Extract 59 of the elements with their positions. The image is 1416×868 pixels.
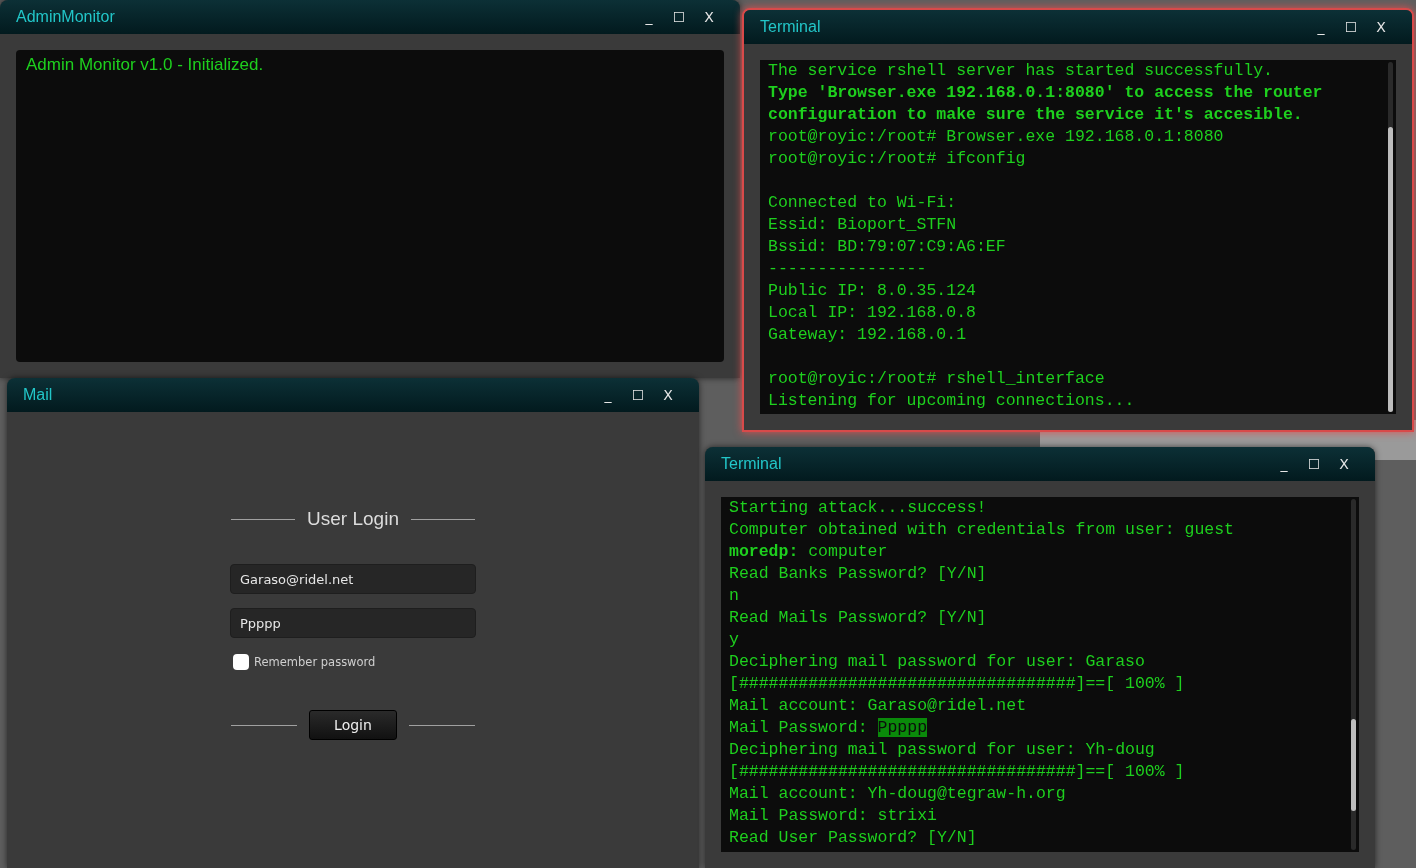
window-control[interactable]: ☐ xyxy=(664,9,694,25)
terminal-line: Type 'Browser.exe 192.168.0.1:8080' to access the router xyxy=(768,82,1323,104)
title-bar[interactable]: AdminMonitor _ ☐ X xyxy=(0,0,740,34)
window-control[interactable]: X xyxy=(653,387,683,403)
terminal-line: Computer obtained with credentials from user: guest xyxy=(729,519,1234,541)
terminal-line: root@royic:/root# ifconfig xyxy=(768,148,1026,170)
window-control[interactable]: ☐ xyxy=(1299,456,1329,472)
title-bar[interactable]: Terminal _ ☐ X xyxy=(705,447,1375,481)
terminal-line: ---------------- xyxy=(768,258,927,280)
terminal-line: root@royic:/root# Browser.exe 192.168.0.1:8080 xyxy=(768,126,1224,148)
terminal-line: The service rshell server has started successfully. xyxy=(768,60,1273,82)
terminal-line: [##################################]==[ 100% ] xyxy=(729,761,1185,783)
window-title: Mail xyxy=(23,386,54,404)
window-title: Terminal xyxy=(721,455,783,473)
remember-checkbox[interactable] xyxy=(233,654,249,670)
scrollbar[interactable] xyxy=(1388,62,1393,412)
title-bar[interactable]: Terminal _ ☐ X xyxy=(744,10,1412,44)
terminal-line: Read Banks Password? [Y/N] xyxy=(729,563,987,585)
terminal-line: Mail account: Garaso@ridel.net xyxy=(729,695,1027,717)
window-title: Terminal xyxy=(760,18,822,36)
remember-label: Remember password xyxy=(254,655,376,669)
window-title: AdminMonitor xyxy=(16,8,116,26)
terminal-line: Listening for upcoming connections... xyxy=(768,390,1135,412)
terminal-line: Mail Password: strixi xyxy=(729,805,937,827)
scrollbar[interactable] xyxy=(1351,499,1356,850)
terminal-line: Essid: Bioport_STFN xyxy=(768,214,957,236)
terminal-line: Public IP: 8.0.35.124 xyxy=(768,280,976,302)
window-control[interactable]: ☐ xyxy=(623,387,653,403)
terminal-line: configuration to make sure the service it's accesible. xyxy=(768,104,1303,126)
terminal-line: [##################################]==[ 100% ] xyxy=(729,673,1185,695)
window-control[interactable]: X xyxy=(694,9,724,25)
terminal-line: Mail Password: Ppppp xyxy=(729,717,928,739)
email-field[interactable]: Garaso@ridel.net xyxy=(230,564,476,594)
terminal-line: Connected to Wi-Fi: xyxy=(768,192,957,214)
terminal-line: Read Mails Password? [Y/N] xyxy=(729,607,987,629)
login-heading: User Login xyxy=(307,508,399,530)
terminal-line: y xyxy=(729,629,739,651)
terminal-line: Deciphering mail password for user: Yh-doug xyxy=(729,739,1155,761)
window-control[interactable]: _ xyxy=(593,387,623,403)
window-control[interactable]: _ xyxy=(634,9,664,25)
window-control[interactable]: _ xyxy=(1306,19,1336,35)
title-bar[interactable]: Mail _ ☐ X xyxy=(7,378,699,412)
terminal-line: Gateway: 192.168.0.1 xyxy=(768,324,967,346)
terminal-line: Mail account: Yh-doug@tegraw-h.org xyxy=(729,783,1066,805)
window-control[interactable]: X xyxy=(1366,19,1396,35)
terminal-line: root@royic:/root# rshell_interface xyxy=(768,368,1105,390)
terminal-line: moredp: computer xyxy=(729,541,888,563)
terminal-line: Starting attack...success! xyxy=(729,497,987,519)
terminal-line: Bssid: BD:79:07:C9:A6:EF xyxy=(768,236,1006,258)
terminal-line: Local IP: 192.168.0.8 xyxy=(768,302,976,324)
terminal-line: Read User Password? [Y/N] xyxy=(729,827,977,849)
window-control[interactable]: _ xyxy=(1269,456,1299,472)
window-control[interactable]: X xyxy=(1329,456,1359,472)
terminal-line: n xyxy=(729,585,739,607)
login-button[interactable]: Login xyxy=(309,710,397,740)
password-field[interactable]: Ppppp xyxy=(230,608,476,638)
window-control[interactable]: ☐ xyxy=(1336,19,1366,35)
console-text: Admin Monitor v1.0 - Initialized. xyxy=(26,55,264,74)
terminal-line: Deciphering mail password for user: Garaso xyxy=(729,651,1145,673)
